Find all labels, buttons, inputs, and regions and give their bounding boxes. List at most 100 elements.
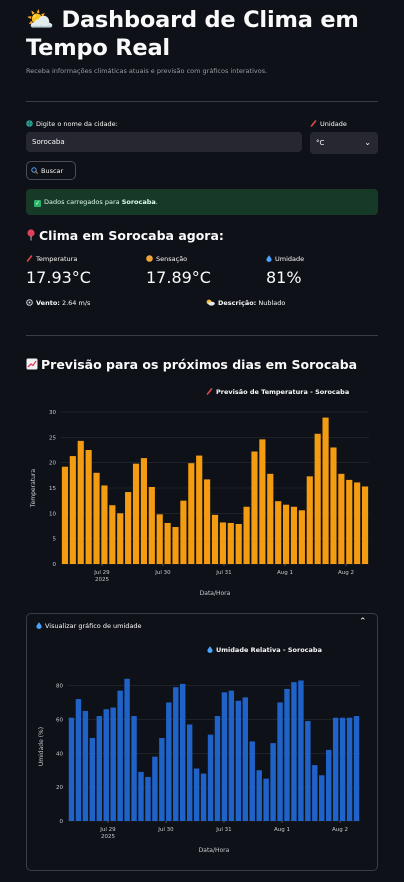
bar[interactable] [330,447,337,564]
bar[interactable] [259,439,266,564]
bar[interactable] [277,702,283,821]
bar[interactable] [243,506,250,564]
up-chevron-icon[interactable]: ⌃ [359,617,367,627]
y-tick-label: 30 [49,410,56,416]
bar[interactable] [354,482,361,564]
bar[interactable] [138,771,144,821]
bar[interactable] [110,707,116,821]
expander-header[interactable]: Visualizar gráfico de umidade [36,622,142,631]
bar[interactable] [180,500,187,564]
bar[interactable] [221,692,228,821]
bar[interactable] [200,773,207,821]
bar[interactable] [82,710,89,821]
bar[interactable] [353,716,360,821]
bar[interactable] [211,514,219,564]
globe-icon [26,120,33,129]
y-tick-label: 20 [56,785,63,791]
bar[interactable] [68,717,75,821]
bar[interactable] [219,522,226,564]
bar[interactable] [180,683,186,821]
bar[interactable] [152,756,158,821]
bar[interactable] [305,721,311,821]
bar[interactable] [314,433,321,564]
bar[interactable] [117,690,123,821]
bar[interactable] [339,717,346,821]
bar[interactable] [101,485,108,564]
unit-select[interactable]: °C ⌄ [310,132,378,154]
wind-value: 2.64 m/s [61,299,91,307]
bar[interactable] [193,768,200,821]
bar[interactable] [249,741,255,821]
y-axis-label: Umidade (%) [38,727,45,766]
bar[interactable] [298,680,304,821]
unit-label: Unidade [310,120,347,129]
bar[interactable] [291,682,297,821]
bar[interactable] [124,678,130,821]
bar[interactable] [332,717,339,821]
sun-cloud-icon: ⛅ [26,7,54,33]
bar[interactable] [172,527,179,564]
bar[interactable] [196,455,203,564]
bar[interactable] [75,699,82,821]
bar[interactable] [140,458,148,564]
bar[interactable] [242,697,248,821]
humidity-chart-title-text: Umidade Relativa - Sorocaba [216,646,322,654]
bar[interactable] [235,700,242,821]
bar[interactable] [306,476,313,564]
bar[interactable] [204,479,211,564]
bar[interactable] [156,514,163,564]
bar[interactable] [284,688,290,821]
bar[interactable] [103,709,109,821]
bar[interactable] [326,749,332,821]
bar[interactable] [159,738,165,821]
bar[interactable] [290,506,298,564]
bar[interactable] [270,743,276,821]
bar[interactable] [188,463,195,564]
bar[interactable] [148,486,155,564]
bar[interactable] [214,716,221,821]
bar[interactable] [77,440,84,564]
y-tick-label: 5 [53,537,57,543]
bar[interactable] [61,466,69,564]
bar[interactable] [173,687,179,821]
bar[interactable] [312,765,318,821]
temperature-value: 17.93°C [26,268,91,287]
bar[interactable] [125,492,132,564]
city-label-text: Digite o nome da cidade: [36,120,118,128]
bar[interactable] [164,522,171,564]
bar[interactable] [132,463,140,564]
bar[interactable] [263,778,269,821]
bar[interactable] [93,472,100,564]
bar[interactable] [227,522,234,564]
bar[interactable] [256,770,262,821]
bar[interactable] [346,479,353,564]
bar[interactable] [109,505,116,564]
expander-label: Visualizar gráfico de umidade [45,622,142,630]
bar[interactable] [145,776,151,821]
bar[interactable] [186,724,193,821]
bar[interactable] [228,690,235,821]
bar[interactable] [361,486,369,564]
bar[interactable] [298,510,305,564]
bar[interactable] [282,504,290,564]
bar[interactable] [275,501,282,564]
bar[interactable] [251,451,258,564]
bar[interactable] [322,417,329,564]
bar[interactable] [96,716,102,821]
bar[interactable] [117,513,124,564]
search-button[interactable]: Buscar [26,161,76,180]
y-tick-label: 0 [53,562,57,568]
bar[interactable] [69,456,76,564]
city-input[interactable]: Sorocaba [26,132,302,152]
bar[interactable] [166,702,172,821]
bar[interactable] [131,716,137,821]
y-tick-label: 80 [56,684,63,690]
bar[interactable] [267,473,274,564]
bar[interactable] [89,738,96,821]
bar[interactable] [85,450,92,564]
bar[interactable] [235,523,242,564]
bar[interactable] [338,473,345,564]
bar[interactable] [346,717,353,821]
bar[interactable] [319,775,325,821]
bar[interactable] [207,734,214,821]
